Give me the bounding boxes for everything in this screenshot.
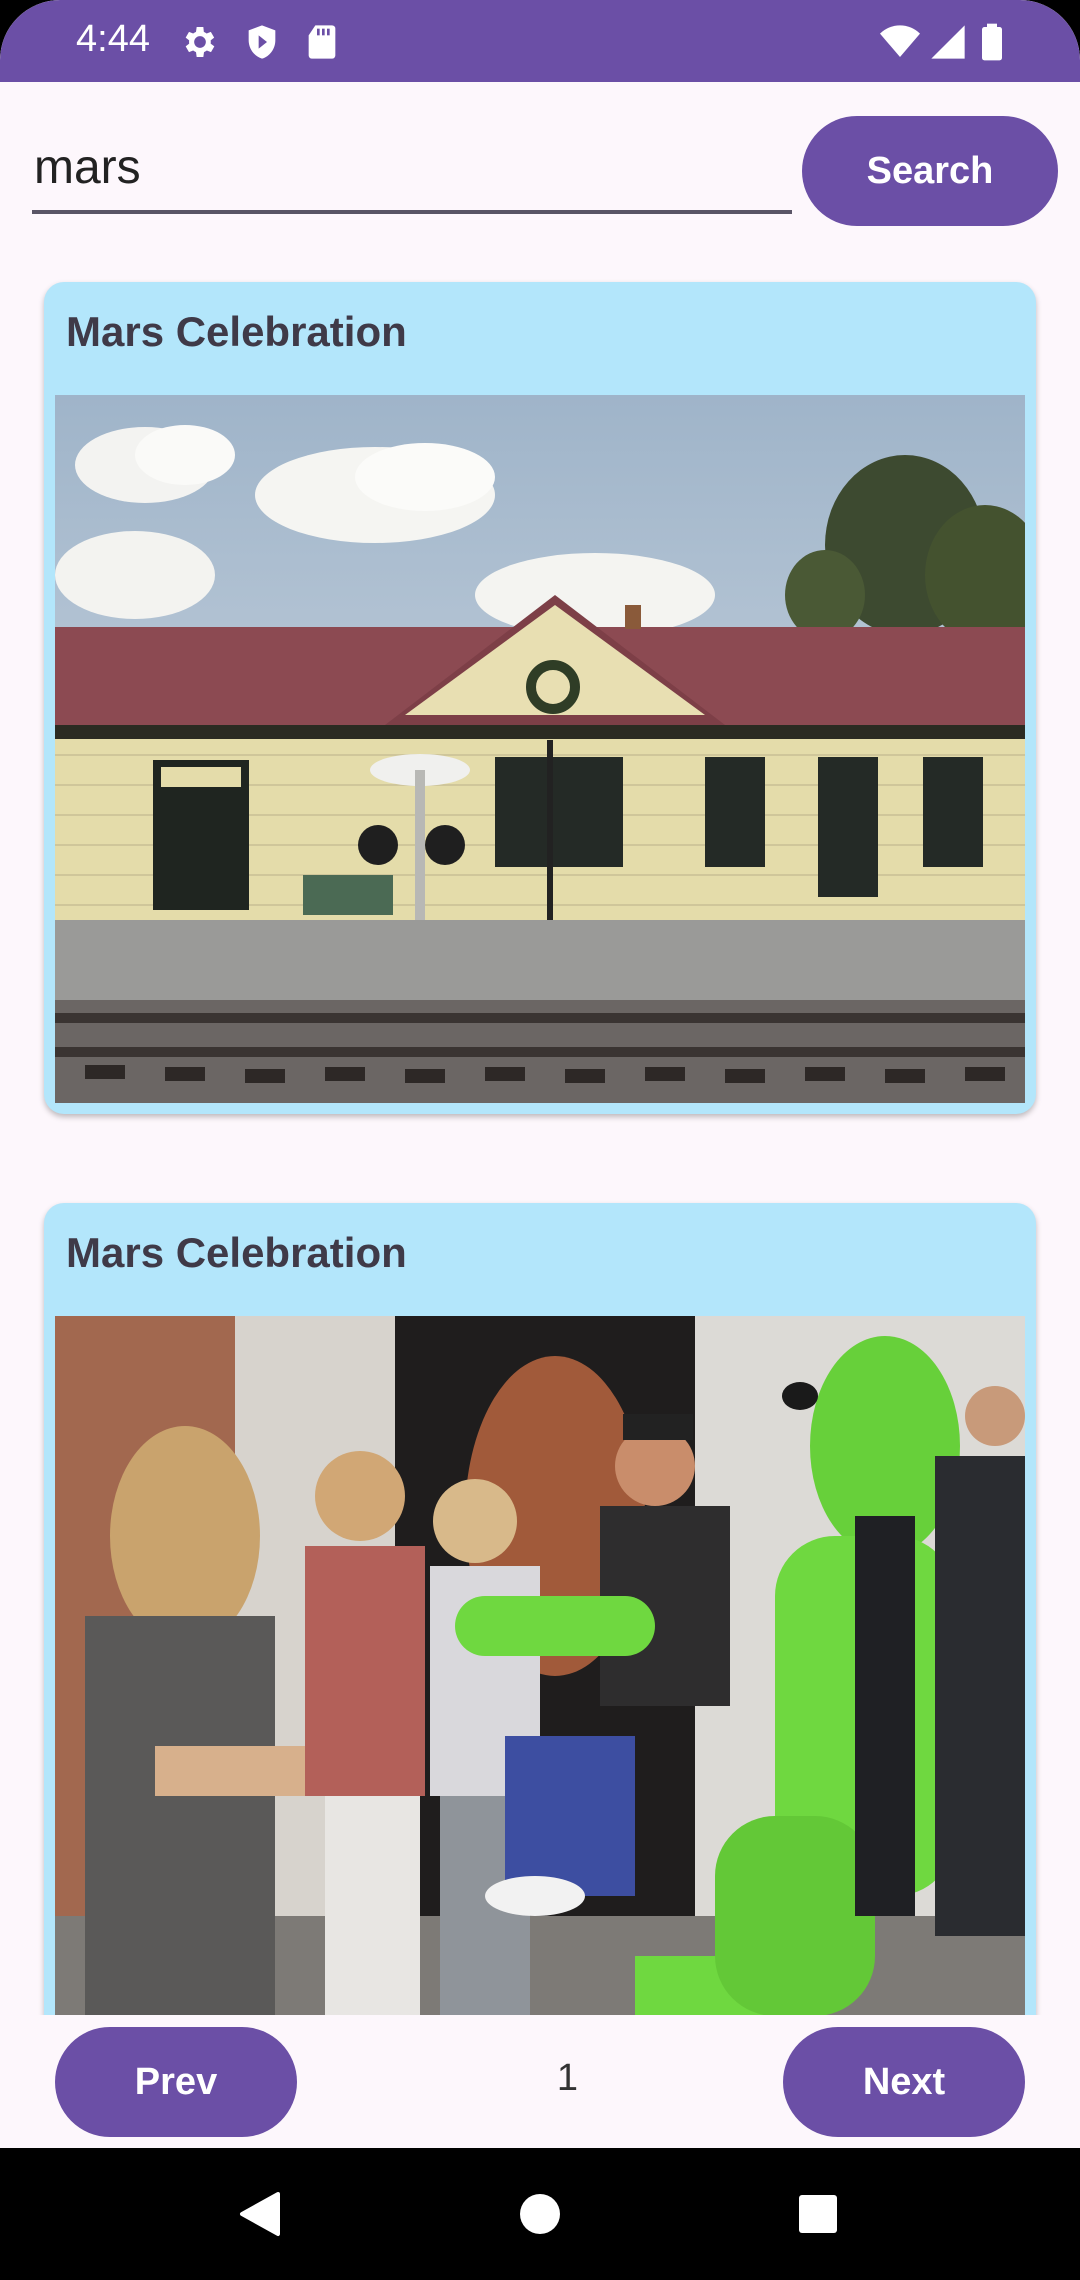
status-bar: 4:44 xyxy=(0,0,1080,82)
signal-icon xyxy=(931,25,965,59)
train-station-photo xyxy=(55,395,1025,1103)
recents-icon[interactable] xyxy=(798,2194,838,2234)
alien-costume-crowd-photo xyxy=(55,1316,1025,2015)
search-input-value: mars xyxy=(34,141,141,194)
shield-icon xyxy=(248,25,276,59)
prev-button[interactable]: Prev xyxy=(55,2027,297,2137)
system-nav-bar xyxy=(0,2148,1080,2280)
battery-icon xyxy=(982,23,1002,61)
result-card[interactable]: Mars Celebration xyxy=(44,1203,1036,2015)
results-list[interactable]: Mars Celebration Mars Celebration xyxy=(0,250,1080,2015)
gear-icon xyxy=(185,27,215,57)
back-icon[interactable] xyxy=(238,2190,282,2238)
app-screen: 4:44 mars Search Mars Celebration Mars C… xyxy=(0,0,1080,2148)
status-time: 4:44 xyxy=(76,18,150,60)
home-icon[interactable] xyxy=(518,2192,562,2236)
result-card-title: Mars Celebration xyxy=(66,308,407,355)
search-button[interactable]: Search xyxy=(802,116,1058,226)
search-input[interactable]: mars xyxy=(32,128,792,214)
result-card[interactable]: Mars Celebration xyxy=(44,282,1036,1114)
result-card-title: Mars Celebration xyxy=(66,1229,407,1276)
sd-card-icon xyxy=(308,25,336,59)
wifi-icon xyxy=(880,25,920,57)
next-button[interactable]: Next xyxy=(783,2027,1025,2137)
pagination-bar: Prev 1 Next xyxy=(0,2015,1080,2148)
page-number: 1 xyxy=(556,2057,579,2099)
